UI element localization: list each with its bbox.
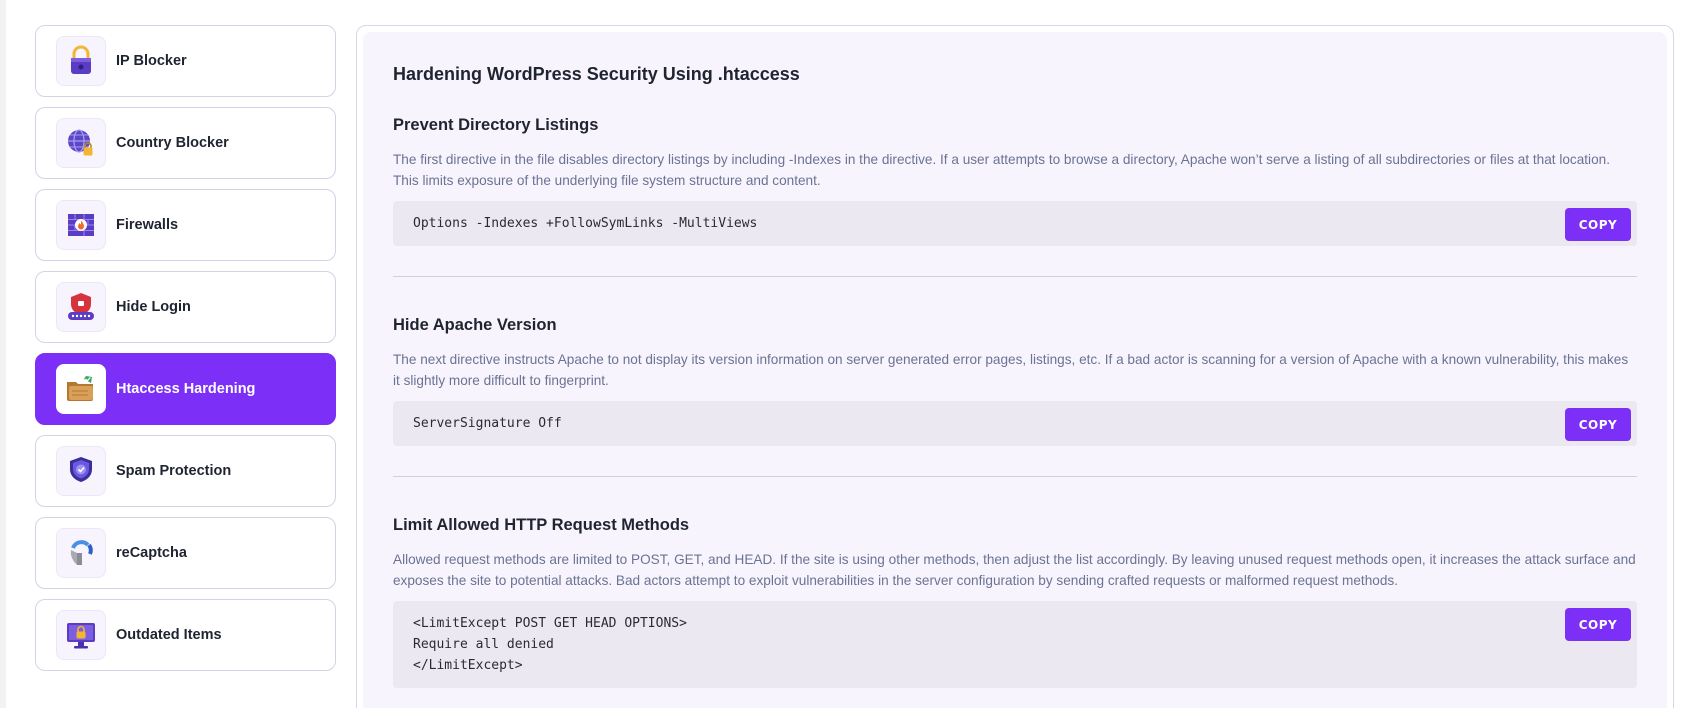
section-description: The next directive instructs Apache to n… — [393, 352, 1629, 388]
icon-box — [56, 528, 106, 578]
code-line: <LimitExcept POST GET HEAD OPTIONS> — [413, 616, 687, 631]
sidebar-item-label: Outdated Items — [116, 627, 222, 643]
globe-lock-icon — [68, 129, 93, 156]
code-block[interactable]: ServerSignature Off COPY — [393, 401, 1637, 446]
section-description: Allowed request methods are limited to P… — [393, 552, 1636, 588]
icon-box — [56, 36, 106, 86]
icon-box — [56, 200, 106, 250]
code-block[interactable]: Options -Indexes +FollowSymLinks -MultiV… — [393, 201, 1637, 246]
icon-box — [56, 118, 106, 168]
sidebar-item-label: Htaccess Hardening — [116, 381, 256, 397]
sidebar-item-country-blocker[interactable]: Country Blocker — [35, 107, 336, 179]
firewall-icon — [68, 214, 94, 236]
sidebar-item-recaptcha[interactable]: reCaptcha — [35, 517, 336, 589]
section-description: The first directive in the file disables… — [393, 152, 1610, 188]
code-line: Require all denied — [413, 637, 554, 652]
section-title: Hide Apache Version — [393, 316, 557, 334]
copy-button[interactable]: COPY — [1565, 208, 1631, 241]
copy-button[interactable]: COPY — [1565, 408, 1631, 441]
sidebar-item-ip-blocker[interactable]: IP Blocker — [35, 25, 336, 97]
copy-button[interactable]: COPY — [1565, 608, 1631, 641]
sidebar-item-outdated-items[interactable]: Outdated Items — [35, 599, 336, 671]
code-line: ServerSignature Off — [413, 416, 562, 431]
icon-box — [56, 282, 106, 332]
sidebar-item-label: Spam Protection — [116, 463, 232, 479]
icon-box — [56, 364, 106, 414]
sidebar-item-spam-protection[interactable]: Spam Protection — [35, 435, 336, 507]
sidebar-item-label: Firewalls — [116, 217, 179, 233]
folder-check-icon — [67, 376, 93, 401]
sidebar-item-label: reCaptcha — [116, 545, 187, 561]
content-panel: Hardening WordPress Security Using .htac… — [356, 25, 1674, 708]
sidebar-item-hide-login[interactable]: Hide Login — [35, 271, 336, 343]
sidebar-item-label: IP Blocker — [116, 53, 187, 69]
shield-check-icon — [70, 457, 92, 482]
code-block[interactable]: <LimitExcept POST GET HEAD OPTIONS> Requ… — [393, 601, 1637, 688]
icon-box — [56, 610, 106, 660]
recaptcha-icon — [70, 540, 93, 565]
section-limit-http-methods: Limit Allowed HTTP Request Methods Allow… — [393, 516, 1637, 708]
left-gutter — [0, 0, 6, 708]
monitor-lock-icon — [67, 623, 95, 649]
section-prevent-directory-listings: Prevent Directory Listings The first dir… — [393, 116, 1637, 277]
section-title: Prevent Directory Listings — [393, 116, 599, 134]
sidebar-item-firewalls[interactable]: Firewalls — [35, 189, 336, 261]
section-hide-apache-version: Hide Apache Version The next directive i… — [393, 316, 1637, 477]
sidebar: IP Blocker Country Blocker Firewalls Hid… — [35, 25, 336, 681]
code-line: </LimitExcept> — [413, 658, 523, 673]
icon-box — [56, 446, 106, 496]
code-line: Options -Indexes +FollowSymLinks -MultiV… — [413, 216, 758, 231]
content-panel-inner: Hardening WordPress Security Using .htac… — [363, 32, 1667, 708]
section-title: Limit Allowed HTTP Request Methods — [393, 516, 690, 534]
page-title: Hardening WordPress Security Using .htac… — [393, 64, 800, 84]
shield-login-icon — [68, 293, 94, 320]
sidebar-item-label: Country Blocker — [116, 135, 229, 151]
sidebar-item-htaccess-hardening[interactable]: Htaccess Hardening — [35, 353, 336, 425]
padlock-icon — [71, 45, 91, 74]
sidebar-item-label: Hide Login — [116, 299, 191, 315]
